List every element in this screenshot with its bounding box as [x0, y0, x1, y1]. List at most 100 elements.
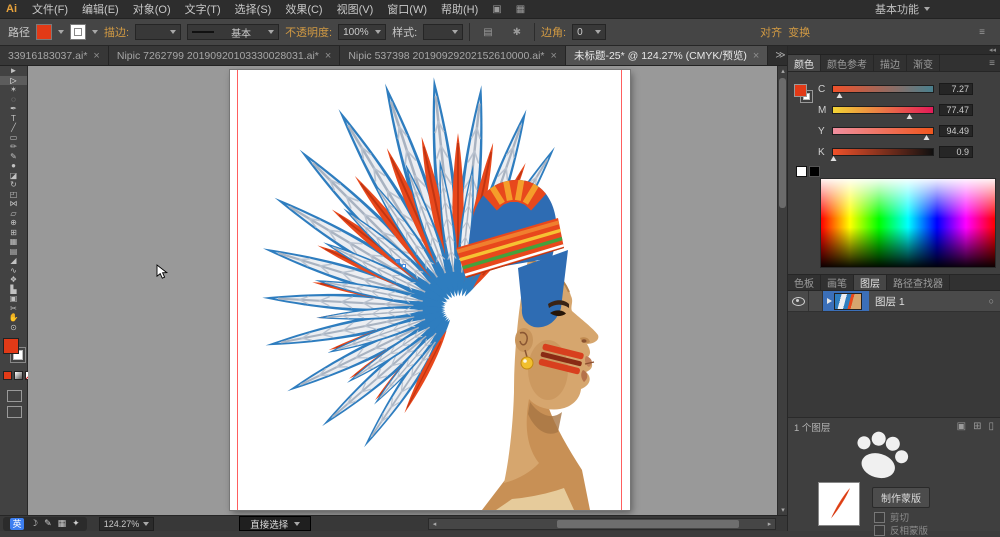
visibility-toggle[interactable] [788, 291, 809, 311]
scroll-down-icon[interactable]: ▾ [778, 505, 787, 515]
perspective-grid-tool[interactable]: ⊞ [0, 228, 27, 238]
fill-proxy-swatch[interactable] [3, 338, 19, 354]
dock-header[interactable]: ◂◂ [788, 46, 1000, 55]
gradient-button[interactable] [14, 371, 23, 380]
document-tab[interactable]: Nipic 537398 20190929202152610000.ai* × [340, 46, 566, 65]
symbol-sprayer-tool[interactable]: ❖ [0, 275, 27, 285]
tab-layers[interactable]: 图层 [854, 275, 887, 290]
opacity-dropdown[interactable]: 100% [338, 24, 386, 40]
ime-keyboard-icon[interactable]: ▦ [58, 518, 67, 529]
yellow-value[interactable]: 94.49 [939, 125, 973, 137]
zoom-tool[interactable]: ⊙ [0, 323, 27, 333]
horizontal-scrollbar[interactable]: ◂ ▸ [428, 518, 776, 530]
magenta-slider[interactable] [832, 106, 934, 114]
close-icon[interactable]: × [551, 50, 557, 62]
magic-wand-tool[interactable]: ✶ [0, 85, 27, 95]
ime-halfwidth-icon[interactable]: ☽ [30, 518, 38, 529]
rectangle-tool[interactable]: ▭ [0, 133, 27, 143]
color-spectrum[interactable] [820, 178, 996, 268]
pencil-tool[interactable]: ✎ [0, 152, 27, 162]
menu-item-edit[interactable]: 编辑(E) [75, 1, 126, 17]
tab-color[interactable]: 颜色 [788, 55, 821, 71]
close-icon[interactable]: × [325, 50, 331, 62]
artboard[interactable] [230, 70, 630, 510]
black-chip[interactable] [809, 166, 820, 177]
line-segment-tool[interactable]: ╱ [0, 123, 27, 133]
bridge-icon[interactable]: ▣ [492, 4, 501, 15]
workspace-switcher[interactable]: 基本功能 [875, 1, 930, 17]
document-setup-icon[interactable]: ▤ [483, 27, 492, 38]
horizontal-scrollbar-thumb[interactable] [557, 520, 739, 528]
width-tool[interactable]: ⋈ [0, 199, 27, 209]
menu-item-effect[interactable]: 效果(C) [278, 1, 329, 17]
ime-settings-icon[interactable]: ✦ [72, 518, 80, 529]
fill-stroke-indicator[interactable] [3, 338, 25, 364]
cyan-value[interactable]: 7.27 [939, 83, 973, 95]
ime-handwriting-icon[interactable]: ✎ [44, 518, 52, 529]
menu-item-select[interactable]: 选择(S) [228, 1, 279, 17]
color-button[interactable] [3, 371, 12, 380]
vertical-scrollbar-thumb[interactable] [779, 78, 786, 208]
yellow-slider-marker[interactable] [924, 135, 930, 140]
layer-name[interactable]: 图层 1 [869, 291, 905, 311]
document-tab[interactable]: 33916183037.ai* × [0, 46, 109, 65]
lasso-tool[interactable]: ◌ [0, 95, 27, 105]
vertical-scrollbar[interactable]: ▴ ▾ [777, 66, 787, 515]
collapse-panels-icon[interactable]: ◂◂ [989, 46, 996, 54]
tab-brushes[interactable]: 画笔 [821, 275, 854, 290]
yellow-slider[interactable] [832, 127, 934, 135]
tab-stroke[interactable]: 描边 [874, 55, 907, 71]
tab-pathfinder[interactable]: 路径查找器 [887, 275, 950, 290]
scroll-up-icon[interactable]: ▴ [778, 66, 787, 76]
stroke-chevron-icon[interactable] [92, 30, 98, 34]
stroke-width-dropdown[interactable] [135, 24, 181, 40]
make-clip-mask-icon[interactable]: ▣ [957, 421, 966, 432]
invert-mask-checkbox[interactable] [874, 525, 885, 536]
magenta-slider-marker[interactable] [907, 114, 913, 119]
style-dropdown[interactable] [423, 24, 463, 40]
scroll-left-icon[interactable]: ◂ [429, 519, 440, 529]
column-graph-tool[interactable]: ▙ [0, 285, 27, 295]
screen-mode-button[interactable] [7, 406, 22, 418]
menu-item-window[interactable]: 窗口(W) [380, 1, 434, 17]
pen-tool[interactable]: ✒ [0, 104, 27, 114]
mesh-tool[interactable]: ▦ [0, 237, 27, 247]
corner-value-box[interactable]: 0 [572, 24, 606, 40]
menu-item-view[interactable]: 视图(V) [330, 1, 381, 17]
scale-tool[interactable]: ◰ [0, 190, 27, 200]
black-slider-marker[interactable] [831, 156, 837, 161]
transform-panel-link[interactable]: 变换 [788, 24, 810, 40]
new-layer-icon[interactable]: ⊞ [973, 421, 981, 432]
close-icon[interactable]: × [753, 50, 759, 62]
menu-item-object[interactable]: 对象(O) [126, 1, 178, 17]
slice-tool[interactable]: ✂ [0, 304, 27, 314]
rotate-tool[interactable]: ↻ [0, 180, 27, 190]
ime-language-toggle[interactable]: 英 [10, 518, 24, 530]
clip-checkbox[interactable] [874, 512, 885, 523]
opacity-panel-link[interactable]: 不透明度: [285, 24, 332, 40]
fill-color-swatch[interactable] [36, 24, 52, 40]
expand-triangle-icon[interactable] [827, 298, 832, 304]
direct-selection-tool[interactable]: ▷ [0, 76, 27, 86]
arrange-documents-icon[interactable]: ▦ [516, 4, 525, 15]
blend-tool[interactable]: ∿ [0, 266, 27, 276]
drawing-mode-button[interactable] [7, 390, 22, 402]
cyan-slider[interactable] [832, 85, 934, 93]
canvas-area[interactable]: ▴ ▾ [28, 66, 787, 515]
control-panel-menu-icon[interactable]: ≡ [979, 27, 985, 38]
brush-definition-dropdown[interactable]: 基本 [187, 24, 279, 40]
hand-tool[interactable]: ✋ [0, 313, 27, 323]
target-circle-icon[interactable]: ○ [989, 291, 1000, 311]
menu-item-file[interactable]: 文件(F) [25, 1, 75, 17]
layer-row[interactable]: 图层 1 ○ [788, 291, 1000, 312]
magenta-value[interactable]: 77.47 [939, 104, 973, 116]
eraser-tool[interactable]: ◪ [0, 171, 27, 181]
black-slider[interactable] [832, 148, 934, 156]
menu-item-type[interactable]: 文字(T) [178, 1, 228, 17]
tab-gradient[interactable]: 渐变 [907, 55, 940, 71]
layer-selected-block[interactable] [823, 291, 869, 311]
document-tab[interactable]: Nipic 7262799 20190920103330028031.ai* × [109, 46, 340, 65]
shape-builder-tool[interactable]: ⊕ [0, 218, 27, 228]
paintbrush-tool[interactable]: ✏ [0, 142, 27, 152]
black-value[interactable]: 0.9 [939, 146, 973, 158]
